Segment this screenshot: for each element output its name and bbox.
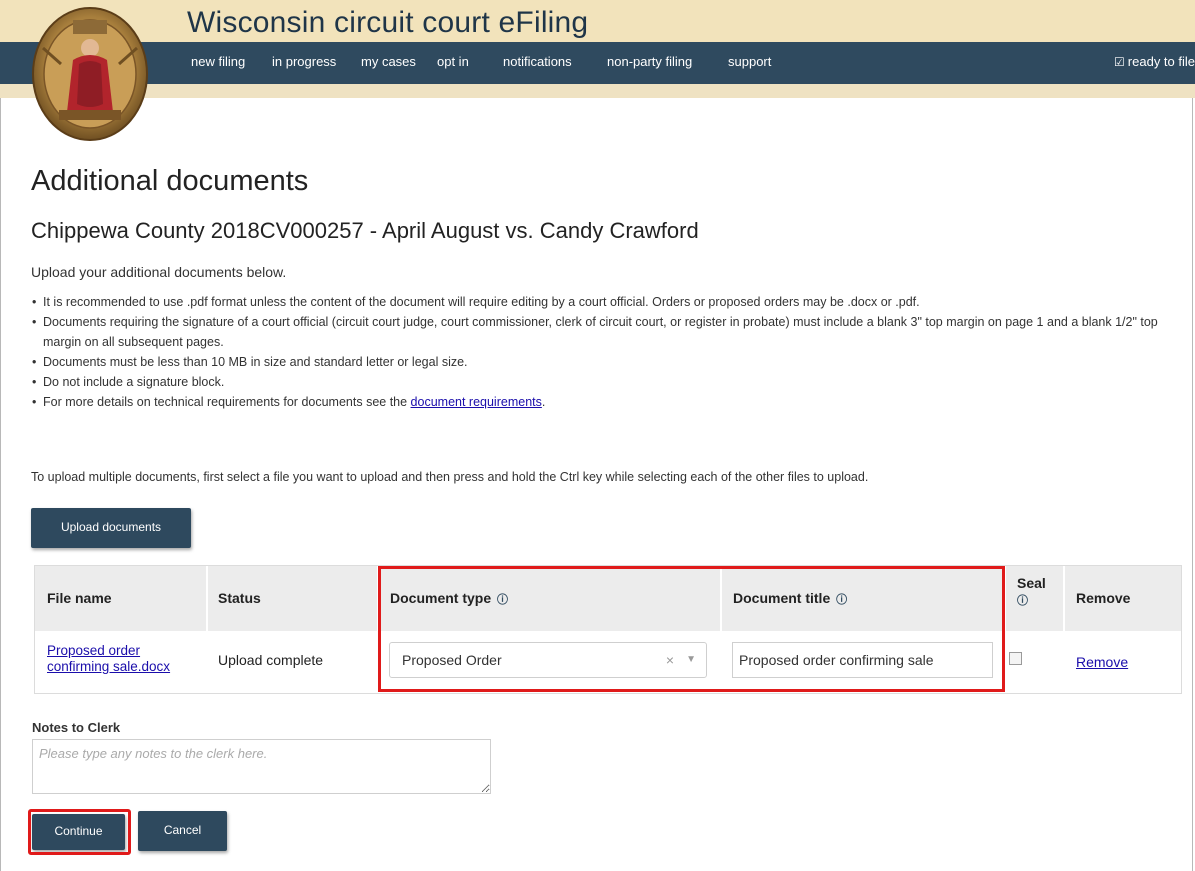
document-title-input[interactable]: [732, 642, 993, 678]
ready-to-file-link[interactable]: ☑ ready to file: [1114, 42, 1195, 84]
requirement-item: It is recommended to use .pdf format unl…: [31, 292, 1191, 312]
column-divider: [377, 566, 379, 631]
notes-label: Notes to Clerk: [32, 720, 121, 735]
column-divider: [720, 566, 722, 631]
requirement-text: For more details on technical requiremen…: [43, 395, 411, 409]
col-document-title-label: Document title: [733, 590, 831, 606]
col-remove: Remove: [1076, 590, 1131, 606]
document-type-select[interactable]: Proposed Order × ▼: [389, 642, 707, 678]
nav-non-party-filing[interactable]: non-party filing: [607, 42, 692, 84]
col-status: Status: [218, 590, 261, 606]
main-nav: new filing in progress my cases opt in n…: [0, 42, 1195, 84]
document-requirements-link[interactable]: document requirements: [411, 395, 542, 409]
nav-support[interactable]: support: [728, 42, 771, 84]
nav-notifications[interactable]: notifications: [503, 42, 572, 84]
table-header: File name Status Document type ⓘ Documen…: [35, 566, 1181, 631]
documents-table: File name Status Document type ⓘ Documen…: [34, 565, 1182, 694]
seal-checkbox[interactable]: [1009, 652, 1022, 665]
col-seal-label: Seal: [1017, 575, 1046, 591]
info-circle-icon[interactable]: ⓘ: [836, 568, 847, 633]
cancel-button[interactable]: Cancel: [138, 811, 227, 851]
case-title: Chippewa County 2018CV000257 - April Aug…: [31, 218, 699, 243]
nav-opt-in[interactable]: opt in: [437, 42, 469, 84]
wisconsin-court-seal-logo: [32, 7, 148, 141]
document-type-value: Proposed Order: [402, 652, 502, 668]
site-header: Wisconsin circuit court eFiling: [0, 0, 1195, 42]
header-band: [0, 84, 1195, 98]
col-seal: Seal ⓘ: [1017, 575, 1046, 609]
col-file-name: File name: [47, 590, 112, 606]
upload-status: Upload complete: [218, 652, 324, 668]
app-title: Wisconsin circuit court eFiling: [187, 6, 589, 39]
file-name-link[interactable]: Proposed order confirming sale.docx: [47, 643, 170, 675]
file-name-line-1: Proposed order: [47, 643, 141, 658]
col-document-type: Document type ⓘ: [390, 566, 508, 631]
requirement-item: For more details on technical requiremen…: [31, 392, 1191, 412]
page-title: Additional documents: [31, 165, 309, 197]
upload-documents-button[interactable]: Upload documents: [31, 508, 191, 548]
info-circle-icon[interactable]: ⓘ: [1017, 593, 1028, 609]
column-divider: [1063, 566, 1065, 631]
info-circle-icon[interactable]: ⓘ: [497, 568, 508, 633]
requirement-item: Do not include a signature block.: [31, 372, 1191, 392]
times-icon[interactable]: ×: [666, 643, 674, 677]
column-divider: [206, 566, 208, 631]
check-square-icon: ☑: [1114, 55, 1125, 69]
column-divider: [1004, 566, 1006, 631]
ready-to-file-label: ready to file: [1127, 54, 1195, 69]
nav-my-cases[interactable]: my cases: [361, 42, 416, 84]
caret-down-icon[interactable]: ▼: [686, 643, 696, 677]
col-document-type-label: Document type: [390, 590, 492, 606]
notes-to-clerk-textarea[interactable]: [32, 739, 491, 794]
document-requirements-list: It is recommended to use .pdf format unl…: [31, 292, 1191, 412]
nav-in-progress[interactable]: in progress: [272, 42, 336, 84]
nav-new-filing[interactable]: new filing: [191, 42, 245, 84]
remove-link[interactable]: Remove: [1076, 654, 1128, 670]
requirement-item: Documents must be less than 10 MB in siz…: [31, 352, 1191, 372]
col-document-title: Document title ⓘ: [733, 566, 847, 631]
upload-intro: Upload your additional documents below.: [31, 264, 287, 280]
file-name-line-2: confirming sale.docx: [47, 659, 171, 674]
multi-upload-hint: To upload multiple documents, first sele…: [31, 470, 869, 484]
requirement-item: Documents requiring the signature of a c…: [31, 312, 1191, 352]
continue-button[interactable]: Continue: [32, 814, 125, 850]
requirement-period: .: [541, 395, 546, 409]
